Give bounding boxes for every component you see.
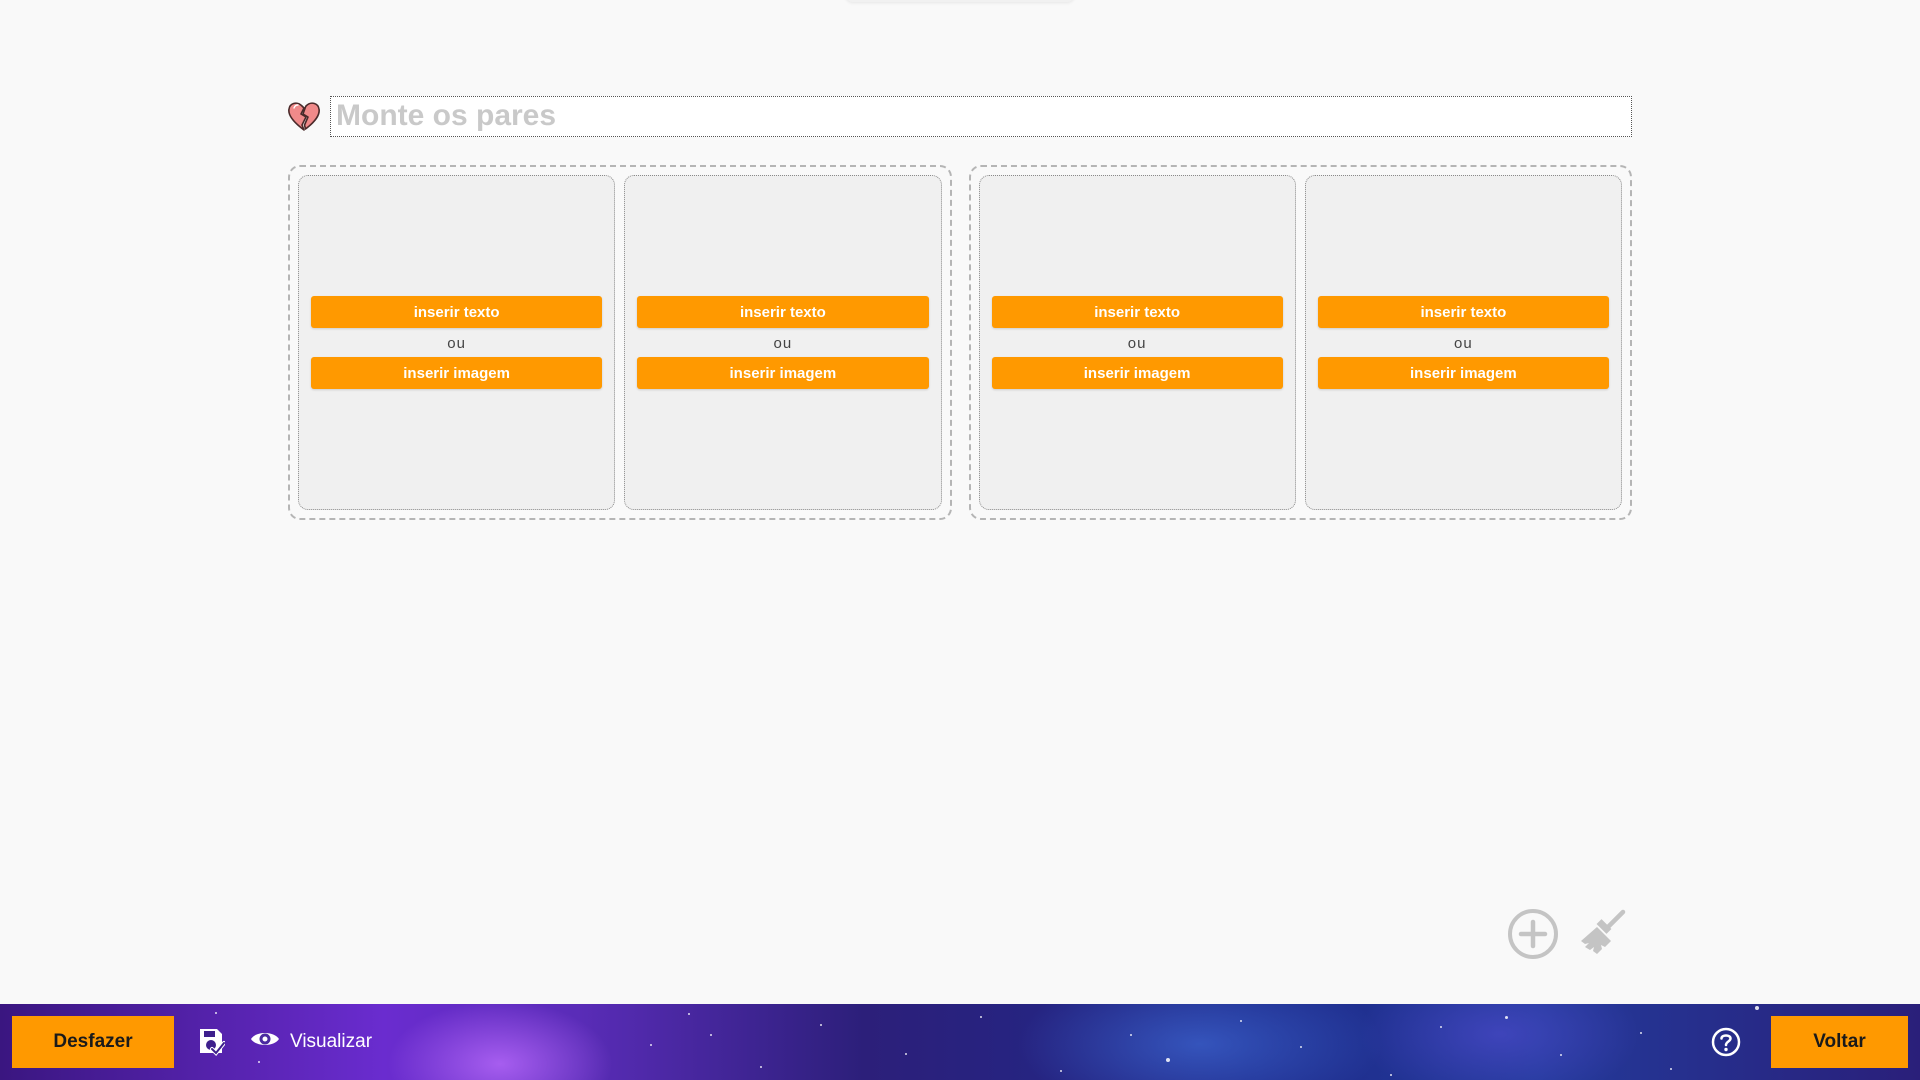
- title-row: [286, 95, 1632, 137]
- question-circle-icon: [1710, 1027, 1742, 1061]
- top-handle[interactable]: [845, 0, 1075, 2]
- insert-text-button[interactable]: inserir texto: [637, 296, 929, 328]
- back-button[interactable]: Voltar: [1771, 1016, 1908, 1068]
- or-label: ou: [773, 335, 793, 352]
- insert-image-button[interactable]: inserir imagem: [991, 357, 1283, 389]
- clear-button[interactable]: [1575, 908, 1629, 962]
- pair-card: inserir texto ou inserir imagem: [624, 175, 942, 510]
- add-pair-button[interactable]: [1506, 908, 1560, 962]
- pair-group: inserir texto ou inserir imagem inserir …: [968, 165, 1632, 520]
- insert-image-button[interactable]: inserir imagem: [1317, 357, 1609, 389]
- preview-button[interactable]: Visualizar: [250, 1022, 372, 1062]
- pair-group: inserir texto ou inserir imagem inserir …: [288, 165, 952, 520]
- pairs-area: inserir texto ou inserir imagem inserir …: [288, 165, 1632, 520]
- pair-card: inserir texto ou inserir imagem: [298, 175, 616, 510]
- plus-circle-icon: [1506, 907, 1560, 964]
- tools: [1506, 905, 1629, 965]
- activity-title-input[interactable]: [330, 95, 1632, 137]
- save-check-icon: [197, 1028, 226, 1059]
- undo-button[interactable]: Desfazer: [12, 1016, 174, 1068]
- pair-card: inserir texto ou inserir imagem: [978, 175, 1296, 510]
- insert-image-button[interactable]: inserir imagem: [637, 357, 929, 389]
- save-button[interactable]: [194, 1024, 228, 1060]
- or-label: ou: [1454, 335, 1473, 352]
- broom-icon: [1575, 907, 1629, 964]
- insert-image-button[interactable]: inserir imagem: [311, 357, 603, 389]
- help-button[interactable]: [1710, 1026, 1742, 1058]
- broken-heart-icon: [286, 98, 322, 134]
- insert-text-button[interactable]: inserir texto: [1317, 296, 1609, 328]
- editor-app: inserir texto ou inserir imagem inserir …: [0, 0, 1920, 1080]
- preview-label: Visualizar: [290, 1031, 373, 1052]
- or-label: ou: [1127, 335, 1147, 352]
- pair-card: inserir texto ou inserir imagem: [1304, 175, 1622, 510]
- eye-icon: [250, 1029, 280, 1055]
- bottom-bar: Desfazer Visualizar Voltar: [0, 1004, 1920, 1080]
- insert-text-button[interactable]: inserir texto: [991, 296, 1283, 328]
- insert-text-button[interactable]: inserir texto: [311, 296, 603, 328]
- or-label: ou: [447, 335, 466, 352]
